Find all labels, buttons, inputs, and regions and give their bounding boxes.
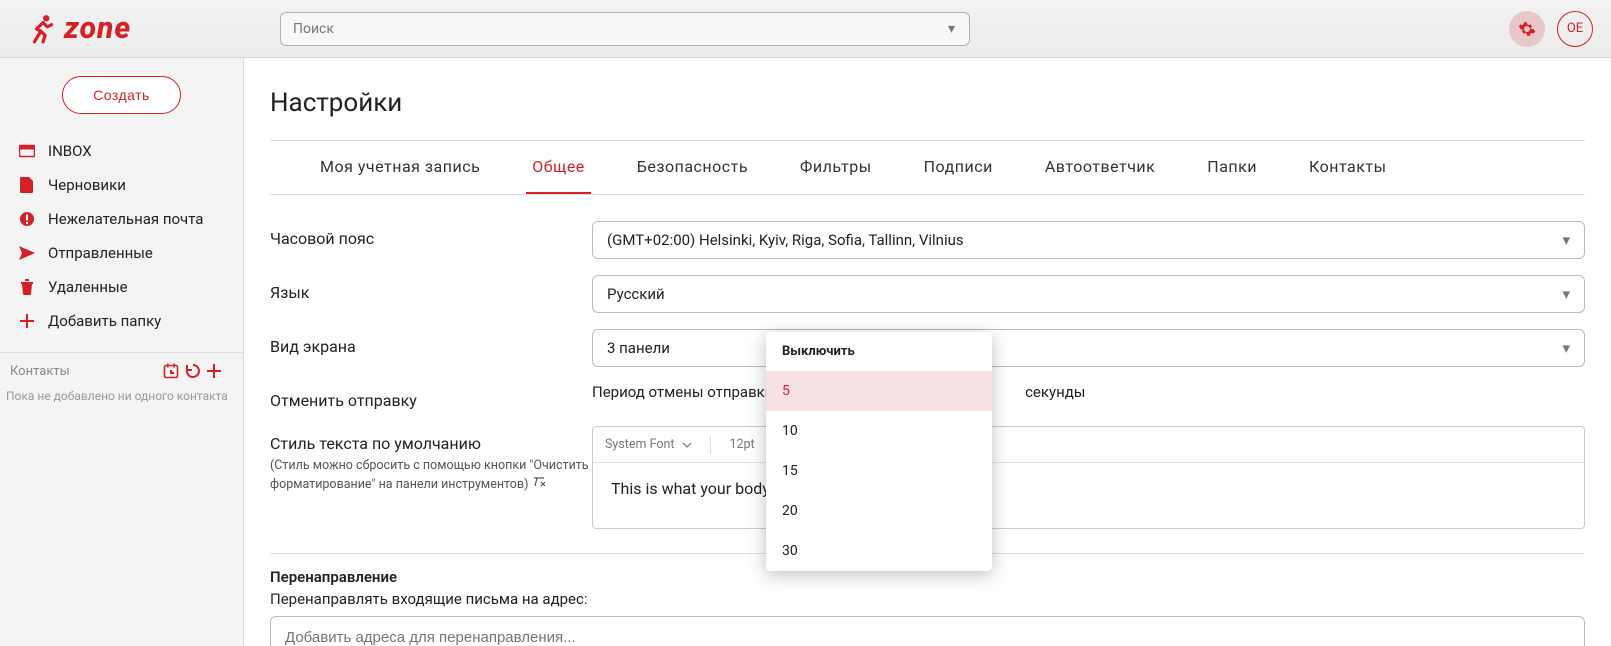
compose-button[interactable]: Создать bbox=[62, 76, 181, 114]
add-contact-icon[interactable] bbox=[207, 364, 229, 378]
label-default-style: Стиль текста по умолчанию bbox=[270, 434, 592, 453]
main: Настройки Моя учетная запись Общее Безоп… bbox=[244, 58, 1611, 646]
dropdown-title: Выключить bbox=[766, 332, 992, 371]
tab-general[interactable]: Общее bbox=[526, 141, 591, 194]
topbar-right: OE bbox=[1509, 11, 1593, 47]
trash-icon bbox=[18, 279, 36, 295]
clear-format-icon bbox=[532, 476, 546, 488]
avatar-initials: OE bbox=[1567, 21, 1583, 36]
row-timezone: Часовой пояс (GMT+02:00) Helsinki, Kyiv,… bbox=[270, 213, 1585, 267]
search-wrap: Поиск ▾ bbox=[244, 12, 1509, 46]
sidebar-item-inbox[interactable]: INBOX bbox=[0, 134, 243, 168]
row-language: Язык Русский ▾ bbox=[270, 267, 1585, 321]
dropdown-option[interactable]: 10 bbox=[766, 411, 992, 451]
tab-signatures[interactable]: Подписи bbox=[918, 141, 999, 194]
search-placeholder: Поиск bbox=[293, 21, 334, 37]
page-title: Настройки bbox=[270, 88, 1585, 118]
search-input[interactable]: Поиск ▾ bbox=[280, 12, 970, 46]
divider bbox=[0, 352, 243, 353]
settings-button[interactable] bbox=[1509, 11, 1545, 47]
style-editor: System Font 12pt This is what your body … bbox=[592, 426, 1585, 529]
editor-toolbar: System Font 12pt bbox=[593, 427, 1584, 463]
style-preview[interactable]: This is what your body tex bbox=[593, 463, 1584, 528]
alert-icon bbox=[18, 211, 36, 227]
tab-autoreply[interactable]: Автоответчик bbox=[1039, 141, 1161, 194]
contacts-header: Контакты bbox=[0, 363, 243, 379]
select-value: Русский bbox=[607, 285, 665, 303]
font-family-select[interactable]: System Font bbox=[605, 437, 692, 452]
contacts-title: Контакты bbox=[10, 364, 70, 379]
select-layout[interactable]: 3 панели ▾ bbox=[592, 329, 1585, 367]
forwarding-section: Перенаправление Перенаправлять входящие … bbox=[270, 568, 1585, 646]
brand-text: zone bbox=[64, 11, 131, 46]
sidebar-item-label: INBOX bbox=[48, 142, 92, 160]
sidebar-item-label: Черновики bbox=[48, 176, 126, 194]
tab-contacts[interactable]: Контакты bbox=[1303, 141, 1392, 194]
label-undo: Отменить отправку bbox=[270, 383, 592, 410]
chevron-down-icon bbox=[682, 442, 692, 448]
select-timezone[interactable]: (GMT+02:00) Helsinki, Kyiv, Riga, Sofia,… bbox=[592, 221, 1585, 259]
calendar-icon[interactable] bbox=[163, 363, 185, 379]
plus-icon bbox=[18, 314, 36, 328]
dropdown-option[interactable]: 5 bbox=[766, 371, 992, 411]
folder-list: INBOX Черновики Нежелательная почта Отпр… bbox=[0, 134, 243, 338]
chevron-down-icon: ▾ bbox=[1562, 285, 1570, 303]
sidebar-item-label: Удаленные bbox=[48, 278, 128, 296]
sidebar-item-spam[interactable]: Нежелательная почта bbox=[0, 202, 243, 236]
tab-filters[interactable]: Фильтры bbox=[794, 141, 878, 194]
sidebar: Создать INBOX Черновики Нежелательная по… bbox=[0, 58, 244, 646]
default-style-hint: (Стиль можно сбросить с помощью кнопки "… bbox=[270, 457, 592, 495]
sidebar-item-label: Добавить папку bbox=[48, 312, 161, 330]
dropdown-option[interactable]: 30 bbox=[766, 531, 992, 571]
sidebar-item-label: Нежелательная почта bbox=[48, 210, 203, 228]
chevron-down-icon: ▾ bbox=[1562, 231, 1570, 249]
forwarding-desc: Перенаправлять входящие письма на адрес: bbox=[270, 590, 1585, 608]
forwarding-input[interactable] bbox=[270, 616, 1585, 646]
label-layout: Вид экрана bbox=[270, 329, 592, 356]
refresh-icon[interactable] bbox=[185, 363, 207, 379]
label-language: Язык bbox=[270, 275, 592, 302]
select-language[interactable]: Русский ▾ bbox=[592, 275, 1585, 313]
inbox-icon bbox=[18, 144, 36, 158]
file-icon bbox=[18, 177, 36, 193]
select-value: 3 панели bbox=[607, 339, 670, 357]
label-timezone: Часовой пояс bbox=[270, 221, 592, 248]
topbar: zone Поиск ▾ OE bbox=[0, 0, 1611, 58]
dropdown-option[interactable]: 15 bbox=[766, 451, 992, 491]
chevron-down-icon: ▾ bbox=[948, 21, 955, 37]
chevron-down-icon: ▾ bbox=[1562, 339, 1570, 357]
tabs: Моя учетная запись Общее Безопасность Фи… bbox=[270, 140, 1585, 195]
font-size-select[interactable]: 12pt bbox=[729, 437, 754, 452]
avatar[interactable]: OE bbox=[1557, 11, 1593, 47]
gear-icon bbox=[1518, 20, 1536, 38]
tab-folders[interactable]: Папки bbox=[1201, 141, 1263, 194]
runner-icon bbox=[30, 14, 56, 44]
tab-account[interactable]: Моя учетная запись bbox=[314, 141, 486, 194]
sidebar-item-add-folder[interactable]: Добавить папку bbox=[0, 304, 243, 338]
tab-security[interactable]: Безопасность bbox=[631, 141, 754, 194]
select-value: (GMT+02:00) Helsinki, Kyiv, Riga, Sofia,… bbox=[607, 231, 964, 249]
undo-dropdown[interactable]: Выключить 5 10 15 20 30 bbox=[766, 332, 992, 571]
no-contacts-msg: Пока не добавлено ни одного контакта bbox=[0, 379, 243, 403]
dropdown-option[interactable]: 20 bbox=[766, 491, 992, 531]
sidebar-item-label: Отправленные bbox=[48, 244, 153, 262]
sidebar-item-trash[interactable]: Удаленные bbox=[0, 270, 243, 304]
sidebar-item-sent[interactable]: Отправленные bbox=[0, 236, 243, 270]
send-icon bbox=[18, 246, 36, 260]
undo-period-label: Период отмены отправки: bbox=[592, 383, 777, 401]
logo[interactable]: zone bbox=[0, 11, 244, 46]
sidebar-item-drafts[interactable]: Черновики bbox=[0, 168, 243, 202]
seconds-label: секунды bbox=[1025, 383, 1085, 401]
